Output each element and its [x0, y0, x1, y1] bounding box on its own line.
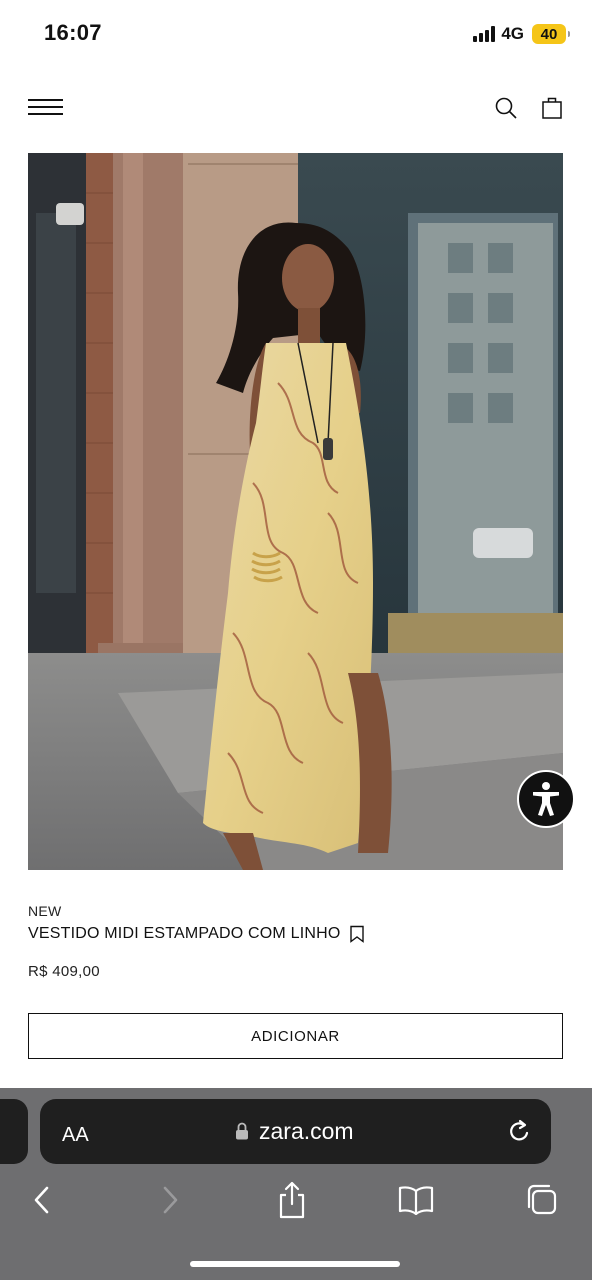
shopping-bag-icon[interactable]	[540, 96, 564, 120]
forward-icon[interactable]	[152, 1180, 188, 1220]
status-time: 16:07	[44, 20, 102, 45]
add-to-cart-button[interactable]: ADICIONAR	[28, 1013, 563, 1059]
product-price: R$ 409,00	[28, 963, 100, 980]
tabs-icon[interactable]	[524, 1180, 560, 1220]
network-type: 4G	[501, 24, 524, 43]
product-image[interactable]	[28, 153, 563, 870]
bookmarks-icon[interactable]	[398, 1180, 434, 1220]
text-size-label: AA	[62, 1124, 89, 1146]
text-size-button[interactable]: AA	[62, 1121, 89, 1147]
battery-level: 40	[540, 25, 558, 43]
status-indicators: 4G 40	[473, 24, 570, 44]
accessibility-button[interactable]	[517, 770, 575, 828]
share-icon[interactable]	[274, 1180, 310, 1220]
reload-icon[interactable]	[506, 1118, 532, 1146]
url-text[interactable]: zara.com	[259, 1118, 354, 1145]
previous-tab-preview[interactable]	[0, 1099, 28, 1164]
back-icon[interactable]	[24, 1180, 60, 1220]
home-indicator[interactable]	[190, 1261, 400, 1267]
model-photo	[28, 153, 563, 870]
hamburger-menu-icon[interactable]	[28, 99, 63, 117]
search-icon[interactable]	[494, 96, 518, 120]
lock-icon	[236, 1122, 248, 1140]
accessibility-person-icon	[533, 782, 559, 816]
battery-icon: 40	[532, 24, 570, 44]
new-badge: NEW	[28, 903, 62, 919]
product-name[interactable]: VESTIDO MIDI ESTAMPADO COM LINHO	[28, 925, 341, 943]
signal-icon	[473, 26, 496, 42]
bookmark-icon[interactable]	[349, 925, 365, 943]
